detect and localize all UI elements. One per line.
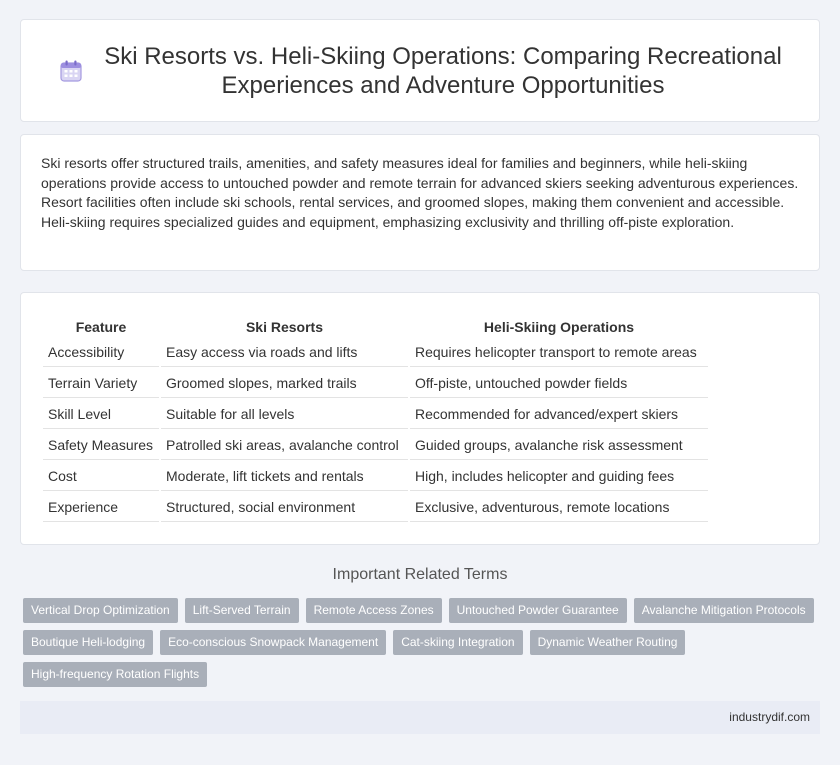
term-tag[interactable]: Dynamic Weather Routing [529, 630, 686, 655]
table-row: Terrain Variety Groomed slopes, marked t… [43, 369, 708, 398]
footer: industrydif.com [20, 701, 820, 734]
table-cell: Guided groups, avalanche risk assessment [410, 431, 708, 460]
table-row: Skill Level Suitable for all levels Reco… [43, 400, 708, 429]
term-tag[interactable]: Boutique Heli-lodging [23, 630, 154, 655]
table-cell: Suitable for all levels [161, 400, 408, 429]
comparison-card: Feature Ski Resorts Heli-Skiing Operatio… [20, 292, 820, 545]
table-header-row: Feature Ski Resorts Heli-Skiing Operatio… [43, 314, 708, 336]
footer-site-link[interactable]: industrydif.com [729, 710, 810, 724]
table-cell: Moderate, lift tickets and rentals [161, 462, 408, 491]
title-card: Ski Resorts vs. Heli-Skiing Operations: … [20, 19, 820, 122]
table-cell: Easy access via roads and lifts [161, 338, 408, 367]
table-cell: Structured, social environment [161, 493, 408, 522]
table-cell: Cost [43, 462, 159, 491]
term-tag[interactable]: Avalanche Mitigation Protocols [633, 598, 814, 623]
title-wrap: Ski Resorts vs. Heli-Skiing Operations: … [57, 42, 783, 100]
table-cell: Groomed slopes, marked trails [161, 369, 408, 398]
table-cell: Off-piste, untouched powder fields [410, 369, 708, 398]
comparison-table: Feature Ski Resorts Heli-Skiing Operatio… [41, 312, 710, 524]
term-tag[interactable]: Lift-Served Terrain [184, 598, 299, 623]
table-row: Cost Moderate, lift tickets and rentals … [43, 462, 708, 491]
related-terms-title: Important Related Terms [332, 566, 508, 583]
table-row: Accessibility Easy access via roads and … [43, 338, 708, 367]
table-cell: Experience [43, 493, 159, 522]
table-cell: Accessibility [43, 338, 159, 367]
table-row: Experience Structured, social environmen… [43, 493, 708, 522]
calendar-icon [57, 57, 85, 85]
term-tag[interactable]: Untouched Powder Guarantee [448, 598, 627, 623]
table-cell: Requires helicopter transport to remote … [410, 338, 708, 367]
term-tag[interactable]: Cat-skiing Integration [393, 630, 523, 655]
term-tag[interactable]: Eco-conscious Snowpack Management [160, 630, 387, 655]
term-tag[interactable]: Vertical Drop Optimization [23, 598, 178, 623]
page-title: Ski Resorts vs. Heli-Skiing Operations: … [104, 42, 782, 99]
header-feature: Feature [75, 318, 127, 335]
term-tag[interactable]: Remote Access Zones [305, 598, 442, 623]
related-terms-tags: Vertical Drop Optimization Lift-Served T… [23, 598, 823, 694]
table-cell: Patrolled ski areas, avalanche control [161, 431, 408, 460]
table-cell: Terrain Variety [43, 369, 159, 398]
table-cell: Exclusive, adventurous, remote locations [410, 493, 708, 522]
intro-text: Ski resorts offer structured trails, ame… [41, 155, 799, 230]
header-ski-resorts: Ski Resorts [245, 318, 324, 335]
table-row: Safety Measures Patrolled ski areas, ava… [43, 431, 708, 460]
header-heli-skiing: Heli-Skiing Operations [483, 318, 635, 335]
term-tag[interactable]: High-frequency Rotation Flights [23, 662, 208, 687]
intro-card: Ski resorts offer structured trails, ame… [20, 134, 820, 271]
table-cell: Skill Level [43, 400, 159, 429]
table-cell: High, includes helicopter and guiding fe… [410, 462, 708, 491]
table-cell: Safety Measures [43, 431, 159, 460]
table-cell: Recommended for advanced/expert skiers [410, 400, 708, 429]
